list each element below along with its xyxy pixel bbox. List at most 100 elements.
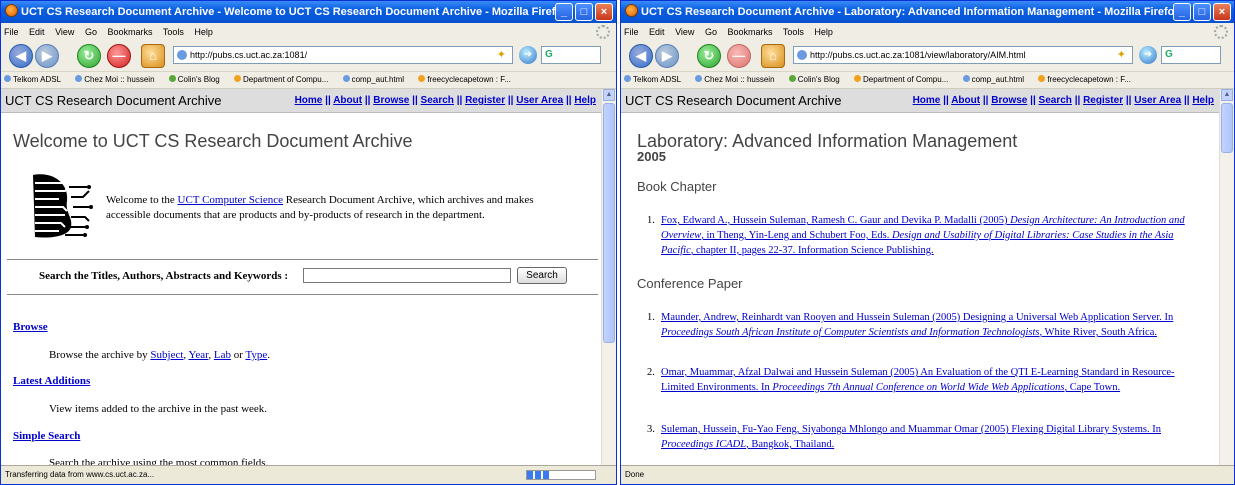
menu-bookmarks[interactable]: Bookmarks — [107, 27, 152, 37]
list-item: 1. Fox, Edward A., Hussein Suleman, Rame… — [647, 215, 1185, 256]
nav-help[interactable]: Help — [574, 95, 596, 106]
nav-home[interactable]: Home — [295, 95, 323, 106]
vertical-scrollbar[interactable]: ▲ — [601, 89, 616, 466]
simple-search-link[interactable]: Simple Search — [13, 430, 80, 442]
bookmark-item[interactable]: Department of Compu... — [234, 75, 334, 84]
bookmark-icon — [624, 75, 631, 82]
home-button[interactable]: ⌂ — [141, 44, 165, 68]
nav-search[interactable]: Search — [1039, 95, 1072, 106]
latest-additions-link[interactable]: Latest Additions — [13, 375, 90, 387]
reload-button[interactable]: ↻ — [697, 44, 721, 68]
bookmark-item[interactable]: comp_aut.html — [962, 75, 1030, 84]
search-input[interactable] — [303, 268, 511, 283]
site-title: UCT CS Research Document Archive — [5, 93, 222, 108]
menu-edit[interactable]: Edit — [649, 27, 665, 37]
minimize-button[interactable]: _ — [1173, 3, 1191, 21]
menu-go[interactable]: Go — [705, 27, 717, 37]
go-button[interactable]: ➜ — [519, 46, 537, 64]
nav-browse[interactable]: Browse — [991, 95, 1027, 106]
title-bar[interactable]: UCT CS Research Document Archive - Welco… — [1, 1, 616, 23]
vertical-scrollbar[interactable]: ▲ — [1219, 89, 1234, 466]
bookmark-item[interactable]: Colin's Blog — [168, 75, 226, 84]
menu-view[interactable]: View — [675, 27, 694, 37]
bookmarks-toolbar: Telkom ADSL Chez Moi :: hussein Colin's … — [1, 72, 616, 89]
scroll-up-icon[interactable]: ▲ — [603, 89, 615, 101]
subject-link[interactable]: Subject — [150, 349, 183, 361]
bookmark-item[interactable]: Telkom ADSL — [624, 75, 687, 84]
nav-help[interactable]: Help — [1192, 95, 1214, 106]
address-bar[interactable]: http://pubs.cs.uct.ac.za:1081/view/labor… — [793, 46, 1133, 64]
nav-about[interactable]: About — [333, 95, 362, 106]
nav-user-area[interactable]: User Area — [516, 95, 563, 106]
nav-about[interactable]: About — [951, 95, 980, 106]
menu-tools[interactable]: Tools — [783, 27, 804, 37]
window-title: UCT CS Research Document Archive - Labor… — [641, 6, 1181, 18]
menu-file[interactable]: File — [4, 27, 19, 37]
close-button[interactable]: × — [595, 3, 613, 21]
bookmark-item[interactable]: Telkom ADSL — [4, 75, 67, 84]
citation-link[interactable]: Omar, Muammar, Afzal Dalwai and Hussein … — [661, 367, 1175, 393]
site-nav: Home || About || Browse || Search || Reg… — [912, 95, 1214, 106]
maximize-button[interactable]: □ — [1193, 3, 1211, 21]
menu-go[interactable]: Go — [85, 27, 97, 37]
search-button[interactable]: Search — [517, 267, 567, 284]
browser-window-2: UCT CS Research Document Archive - Labor… — [620, 0, 1235, 485]
title-bar[interactable]: UCT CS Research Document Archive - Labor… — [621, 1, 1234, 23]
search-box[interactable]: G — [1161, 46, 1221, 64]
menu-help[interactable]: Help — [814, 27, 833, 37]
bookmark-icon — [854, 75, 861, 82]
back-button[interactable]: ◀ — [629, 44, 653, 68]
menu-edit[interactable]: Edit — [29, 27, 45, 37]
forward-button[interactable]: ▶ — [35, 44, 59, 68]
bookmark-star-icon[interactable]: ✦ — [1117, 47, 1126, 63]
bookmark-icon — [234, 75, 241, 82]
lab-link[interactable]: Lab — [214, 349, 231, 361]
type-link[interactable]: Type — [245, 349, 267, 361]
go-button[interactable]: ➜ — [1139, 46, 1157, 64]
forward-button[interactable]: ▶ — [655, 44, 679, 68]
home-button[interactable]: ⌂ — [761, 44, 785, 68]
nav-user-area[interactable]: User Area — [1134, 95, 1181, 106]
citation-link[interactable]: Fox, Edward A., Hussein Suleman, Ramesh … — [661, 215, 1185, 256]
close-button[interactable]: × — [1213, 3, 1231, 21]
nav-home[interactable]: Home — [913, 95, 941, 106]
bookmark-icon — [962, 75, 970, 82]
menu-bookmarks[interactable]: Bookmarks — [727, 27, 772, 37]
citation-link[interactable]: Suleman, Hussein, Fu-Yao Feng, Siyabonga… — [661, 424, 1161, 450]
nav-register[interactable]: Register — [465, 95, 505, 106]
uct-cs-link[interactable]: UCT Computer Science — [178, 194, 284, 206]
status-text: Done — [625, 470, 645, 479]
scroll-thumb[interactable] — [1221, 103, 1233, 153]
nav-register[interactable]: Register — [1083, 95, 1123, 106]
bookmark-item[interactable]: comp_aut.html — [342, 75, 410, 84]
citation-link[interactable]: Maunder, Andrew, Reinhardt van Rooyen an… — [661, 312, 1173, 338]
scroll-up-icon[interactable]: ▲ — [1221, 89, 1233, 101]
bookmark-item[interactable]: Chez Moi :: hussein — [695, 75, 780, 84]
maximize-button[interactable]: □ — [575, 3, 593, 21]
nav-search[interactable]: Search — [421, 95, 454, 106]
menu-bar: File Edit View Go Bookmarks Tools Help — [1, 23, 616, 41]
bookmark-star-icon[interactable]: ✦ — [497, 47, 506, 63]
menu-file[interactable]: File — [624, 27, 639, 37]
bookmark-item[interactable]: Chez Moi :: hussein — [75, 75, 160, 84]
bookmark-item[interactable]: Department of Compu... — [854, 75, 954, 84]
menu-tools[interactable]: Tools — [163, 27, 184, 37]
scroll-thumb[interactable] — [603, 103, 615, 343]
address-bar[interactable]: http://pubs.cs.uct.ac.za:1081/ ✦ — [173, 46, 513, 64]
back-button[interactable]: ◀ — [9, 44, 33, 68]
bookmark-item[interactable]: Colin's Blog — [788, 75, 846, 84]
page-title: Laboratory: Advanced Information Managem… — [637, 131, 1018, 151]
minimize-button[interactable]: _ — [555, 3, 573, 21]
url-text: http://pubs.cs.uct.ac.za:1081/ — [190, 50, 308, 60]
search-box[interactable]: G — [541, 46, 601, 64]
menu-help[interactable]: Help — [194, 27, 213, 37]
bookmark-item[interactable]: freecyclecapetown : F... — [418, 75, 517, 84]
stop-button[interactable]: — — [107, 44, 131, 68]
bookmark-item[interactable]: freecyclecapetown : F... — [1038, 75, 1137, 84]
menu-view[interactable]: View — [55, 27, 74, 37]
nav-browse[interactable]: Browse — [373, 95, 409, 106]
browse-link[interactable]: Browse — [13, 321, 48, 333]
stop-button[interactable]: — — [727, 44, 751, 68]
year-link[interactable]: Year — [189, 349, 209, 361]
reload-button[interactable]: ↻ — [77, 44, 101, 68]
